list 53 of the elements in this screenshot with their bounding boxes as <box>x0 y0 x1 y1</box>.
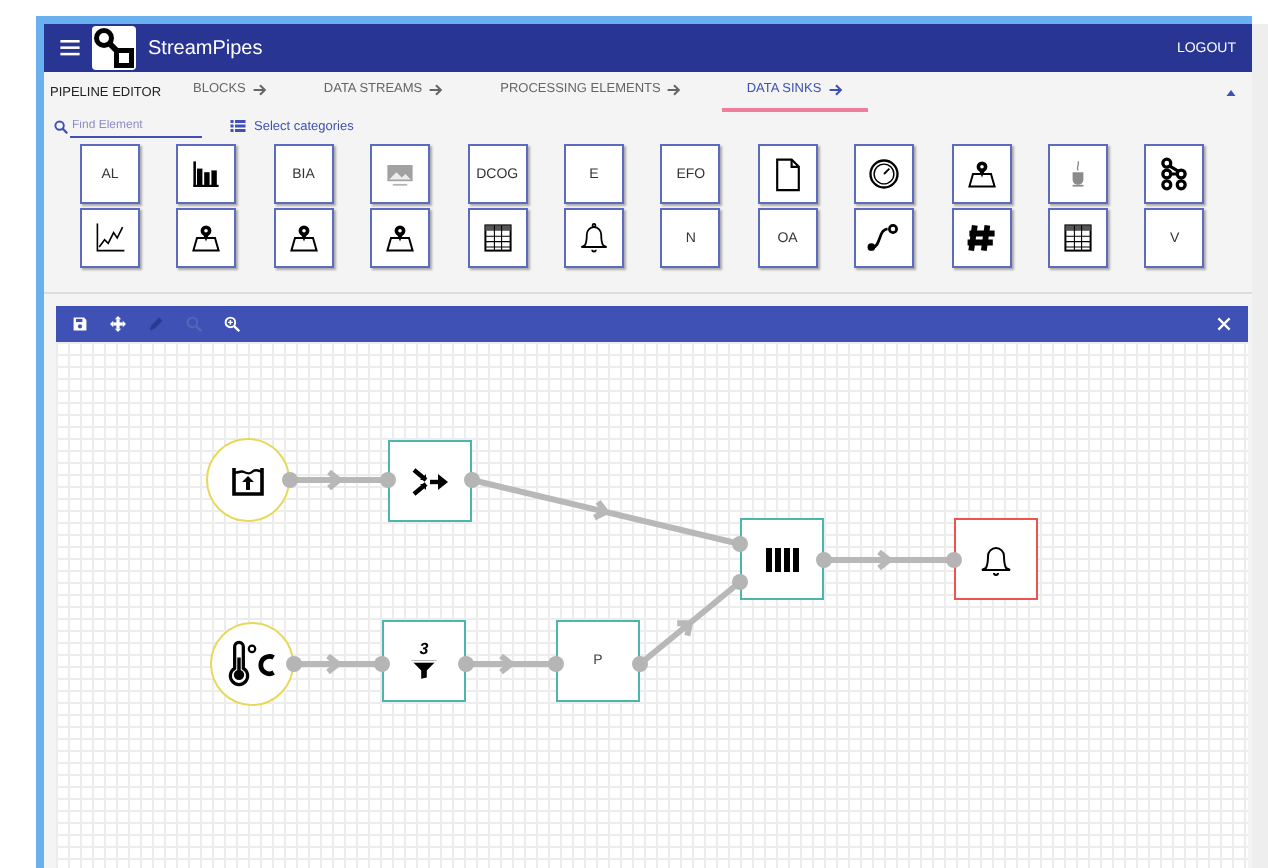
flow-icon <box>1156 156 1193 192</box>
list-icon <box>230 120 246 132</box>
funnel-icon <box>410 658 438 680</box>
collapse-icon[interactable] <box>1226 89 1236 95</box>
close-icon[interactable] <box>1216 316 1232 332</box>
data-stream-node[interactable] <box>206 438 290 522</box>
element-tile[interactable] <box>370 208 431 268</box>
element-tile[interactable] <box>176 208 237 268</box>
data-sink-node[interactable] <box>954 518 1038 600</box>
processor-node[interactable]: 3 <box>382 620 466 702</box>
element-tile[interactable] <box>370 144 431 204</box>
arrow-icon <box>251 81 268 97</box>
arrow-icon <box>666 81 683 97</box>
gauge-icon <box>866 156 903 192</box>
element-tile[interactable] <box>951 208 1012 268</box>
app-title: StreamPipes <box>148 37 263 59</box>
element-tile[interactable] <box>1144 144 1205 204</box>
menu-icon[interactable] <box>60 40 80 56</box>
element-tile[interactable] <box>80 208 140 268</box>
hash-icon <box>963 220 1000 256</box>
element-tile[interactable] <box>854 208 915 268</box>
curve-icon <box>866 220 903 256</box>
move-icon[interactable] <box>110 316 126 332</box>
element-tile[interactable] <box>273 208 334 268</box>
element-tile[interactable] <box>564 208 624 268</box>
linechart-icon <box>92 220 128 256</box>
barchart-icon <box>188 156 225 192</box>
element-tile[interactable] <box>757 144 818 204</box>
thermometer-icon <box>226 640 278 688</box>
processor-node[interactable] <box>740 518 824 600</box>
map-icon <box>963 156 1000 192</box>
zoom-in-icon[interactable] <box>224 316 240 332</box>
table-icon <box>479 220 516 256</box>
bell-icon <box>576 220 612 256</box>
map-icon <box>285 220 322 256</box>
logo-icon <box>92 26 136 70</box>
arrow-icon <box>827 81 844 97</box>
element-tile[interactable] <box>176 144 237 204</box>
node-number: 3 <box>419 642 429 658</box>
processor-node[interactable] <box>388 440 472 522</box>
map-icon <box>188 220 225 256</box>
save-icon[interactable] <box>72 316 88 332</box>
table-icon <box>1060 220 1096 256</box>
element-tile[interactable] <box>854 144 915 204</box>
scrollbar[interactable] <box>1252 24 1268 868</box>
arrow-icon <box>428 81 445 97</box>
element-tile[interactable] <box>951 144 1012 204</box>
search-icon <box>54 119 68 133</box>
element-tile[interactable] <box>467 208 528 268</box>
map-icon <box>382 220 419 256</box>
element-tile[interactable] <box>1048 208 1108 268</box>
element-tile[interactable] <box>1048 144 1108 204</box>
data-stream-node[interactable] <box>210 622 294 706</box>
